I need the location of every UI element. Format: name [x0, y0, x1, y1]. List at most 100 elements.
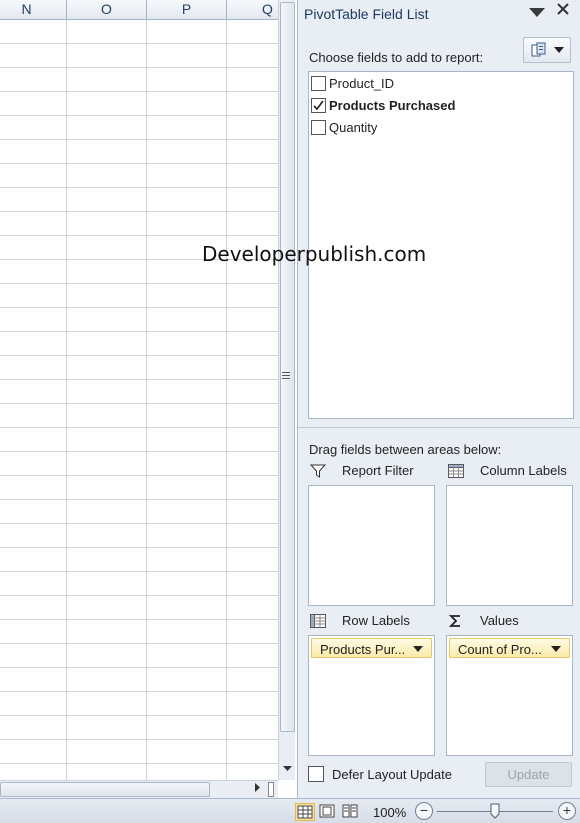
sheet-cell[interactable] — [67, 260, 147, 284]
report-filter-area[interactable] — [308, 485, 435, 606]
sheet-row[interactable] — [0, 380, 278, 404]
sheet-row[interactable] — [0, 668, 278, 692]
sheet-cell[interactable] — [0, 596, 67, 620]
column-header-o[interactable]: O — [67, 0, 147, 20]
sheet-cell[interactable] — [67, 404, 147, 428]
sheet-row[interactable] — [0, 500, 278, 524]
chevron-down-icon[interactable] — [413, 646, 423, 652]
sheet-cell[interactable] — [0, 500, 67, 524]
sheet-cell[interactable] — [147, 404, 227, 428]
sheet-cell[interactable] — [147, 308, 227, 332]
horizontal-scrollbar[interactable] — [0, 780, 278, 798]
sheet-row[interactable] — [0, 476, 278, 500]
sheet-cell[interactable] — [0, 572, 67, 596]
sheet-cell[interactable] — [0, 140, 67, 164]
sheet-cell[interactable] — [0, 644, 67, 668]
sheet-cell[interactable] — [147, 668, 227, 692]
sheet-cell[interactable] — [0, 356, 67, 380]
sheet-cell[interactable] — [67, 476, 147, 500]
sheet-cell[interactable] — [147, 764, 227, 780]
sheet-row[interactable] — [0, 164, 278, 188]
sheet-cell[interactable] — [67, 356, 147, 380]
sheet-row[interactable] — [0, 44, 278, 68]
column-labels-area[interactable] — [446, 485, 573, 606]
sheet-cell[interactable] — [227, 548, 278, 572]
sheet-cell[interactable] — [67, 740, 147, 764]
sheet-row[interactable] — [0, 716, 278, 740]
sheet-cell[interactable] — [67, 44, 147, 68]
sheet-cell[interactable] — [0, 44, 67, 68]
field-checkbox-checked[interactable] — [311, 98, 326, 113]
sheet-row[interactable] — [0, 740, 278, 764]
sheet-cell[interactable] — [227, 692, 278, 716]
sheet-cell[interactable] — [227, 44, 278, 68]
sheet-cell[interactable] — [67, 164, 147, 188]
sheet-row[interactable] — [0, 644, 278, 668]
sheet-cell[interactable] — [147, 68, 227, 92]
sheet-cell[interactable] — [227, 404, 278, 428]
sheet-cell[interactable] — [0, 476, 67, 500]
sheet-cell[interactable] — [67, 692, 147, 716]
sheet-cell[interactable] — [0, 716, 67, 740]
page-break-view-button[interactable] — [341, 803, 361, 821]
pane-splitter[interactable] — [298, 427, 580, 431]
sheet-cell[interactable] — [227, 140, 278, 164]
sheet-row[interactable] — [0, 356, 278, 380]
vertical-scrollbar[interactable] — [278, 0, 295, 780]
sheet-cell[interactable] — [147, 20, 227, 44]
sheet-row[interactable] — [0, 212, 278, 236]
sheet-cell[interactable] — [0, 764, 67, 780]
sheet-cell[interactable] — [0, 740, 67, 764]
sheet-cell[interactable] — [0, 524, 67, 548]
scroll-right-icon[interactable] — [250, 781, 266, 798]
normal-view-button[interactable] — [295, 803, 315, 821]
sheet-cell[interactable] — [0, 92, 67, 116]
sheet-cell[interactable] — [67, 524, 147, 548]
sheet-cell[interactable] — [147, 116, 227, 140]
sheet-cell[interactable] — [227, 596, 278, 620]
sheet-row[interactable] — [0, 308, 278, 332]
sheet-row[interactable] — [0, 692, 278, 716]
close-icon[interactable] — [553, 2, 573, 22]
sheet-row[interactable] — [0, 20, 278, 44]
sheet-cell[interactable] — [227, 716, 278, 740]
sheet-cell[interactable] — [147, 572, 227, 596]
sheet-cell[interactable] — [0, 692, 67, 716]
sheet-cell[interactable] — [227, 68, 278, 92]
sheet-cell[interactable] — [67, 572, 147, 596]
sheet-cell[interactable] — [147, 596, 227, 620]
sheet-cell[interactable] — [147, 452, 227, 476]
sheet-row[interactable] — [0, 572, 278, 596]
sheet-cell[interactable] — [147, 428, 227, 452]
sheet-cell[interactable] — [147, 164, 227, 188]
sheet-cell[interactable] — [67, 188, 147, 212]
sheet-cell[interactable] — [227, 500, 278, 524]
sheet-cell[interactable] — [67, 428, 147, 452]
sheet-cell[interactable] — [67, 452, 147, 476]
sheet-cell[interactable] — [147, 140, 227, 164]
field-item-quantity[interactable]: Quantity — [311, 118, 571, 138]
sheet-cell[interactable] — [227, 380, 278, 404]
sheet-cell[interactable] — [227, 212, 278, 236]
sheet-cell[interactable] — [67, 332, 147, 356]
zoom-level[interactable]: 100% — [373, 805, 406, 820]
row-labels-area[interactable]: Products Pur... — [308, 635, 435, 756]
sheet-cell[interactable] — [0, 452, 67, 476]
sheet-cell[interactable] — [147, 644, 227, 668]
sheet-row[interactable] — [0, 764, 278, 780]
sheet-cell[interactable] — [0, 404, 67, 428]
sheet-cell[interactable] — [227, 476, 278, 500]
sheet-cell[interactable] — [227, 332, 278, 356]
sheet-cell[interactable] — [147, 188, 227, 212]
sheet-cell[interactable] — [0, 380, 67, 404]
sheet-cell[interactable] — [147, 284, 227, 308]
sheet-row[interactable] — [0, 188, 278, 212]
sheet-cell[interactable] — [67, 548, 147, 572]
sheet-cell[interactable] — [0, 332, 67, 356]
sheet-cell[interactable] — [67, 596, 147, 620]
sheet-cell[interactable] — [67, 644, 147, 668]
column-header-p[interactable]: P — [147, 0, 227, 20]
sheet-cell[interactable] — [147, 500, 227, 524]
sheet-cell[interactable] — [67, 716, 147, 740]
sheet-cell[interactable] — [227, 452, 278, 476]
